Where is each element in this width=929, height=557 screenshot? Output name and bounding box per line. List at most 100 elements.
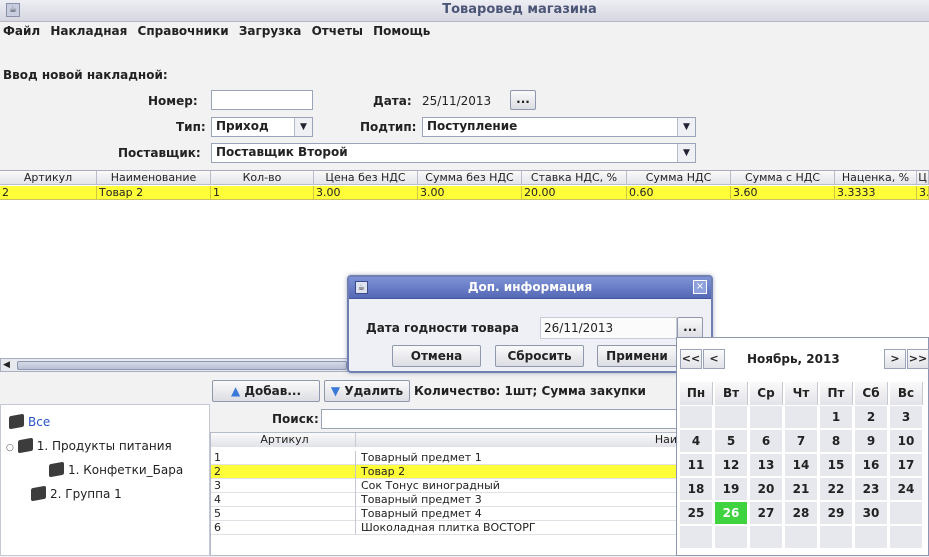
scroll-thumb[interactable] [17, 361, 347, 370]
column-header[interactable]: Сумма с НДС [731, 171, 835, 185]
date-picker-button[interactable]: ... [510, 90, 536, 110]
subtype-select[interactable]: Поступление ▼ [422, 117, 696, 137]
column-header[interactable]: Наценка, % [835, 171, 917, 185]
calendar-day[interactable]: 20 [750, 478, 783, 501]
cancel-button[interactable]: Отмена [392, 345, 481, 367]
list-row[interactable]: 3 Сок Тонус виноградный [211, 479, 679, 493]
menu-references[interactable]: Справочники [135, 22, 232, 40]
folder-icon [49, 461, 64, 478]
list-row[interactable]: 4 Товарный предмет 3 [211, 493, 679, 507]
calendar-day[interactable]: 29 [820, 502, 853, 525]
calendar-day[interactable]: 25 [680, 502, 713, 525]
tree-expand-icon[interactable]: ○ [6, 443, 14, 453]
column-header[interactable]: Артикул [211, 433, 356, 447]
calendar-day[interactable]: 5 [715, 430, 748, 453]
column-header[interactable]: Сумма без НДС [418, 171, 522, 185]
calendar-day[interactable]: 24 [890, 478, 923, 501]
calendar-day[interactable]: 10 [890, 430, 923, 453]
tree-item[interactable]: Все [9, 413, 50, 430]
calendar-day[interactable]: 1 [820, 406, 853, 429]
menu-invoice[interactable]: Накладная [47, 22, 130, 40]
table-cell[interactable]: 1 [211, 186, 314, 200]
table-cell[interactable]: 3.3333 [835, 186, 917, 200]
table-cell[interactable]: 0.60 [627, 186, 731, 200]
category-tree[interactable]: Все ○ 1. Продукты питания 1. Конфетки_Ба… [0, 404, 210, 556]
number-input[interactable] [211, 90, 313, 110]
prev-month-button[interactable]: < [703, 349, 725, 369]
weekday-header: Пт [820, 382, 853, 405]
tree-item[interactable]: ○ 1. Продукты питания [6, 437, 172, 454]
product-list[interactable]: Артикул Наи 1 Товарный предмет 1 2 Товар 2… [210, 432, 680, 556]
column-header[interactable]: Артикул [0, 171, 97, 185]
column-header[interactable]: Наименование [97, 171, 211, 185]
column-header[interactable]: Ставка НДС, % [522, 171, 627, 185]
list-row-selected[interactable]: 2 Товар 2 [211, 465, 679, 479]
next-month-button[interactable]: > [884, 349, 906, 369]
scroll-left-icon[interactable]: ◀ [3, 360, 10, 370]
list-row[interactable]: 1 Товарный предмет 1 [211, 451, 679, 465]
table-cell[interactable]: 2 [0, 186, 97, 200]
calendar-day[interactable]: 22 [820, 478, 853, 501]
column-header[interactable]: Сумма НДС [627, 171, 731, 185]
chevron-down-icon[interactable]: ▼ [294, 118, 312, 136]
type-select[interactable]: Приход ▼ [211, 117, 313, 137]
add-button[interactable]: ▲ Добав... [212, 380, 320, 402]
calendar-day[interactable]: 28 [785, 502, 818, 525]
supplier-select[interactable]: Поставщик Второй ▼ [211, 143, 696, 163]
calendar-day[interactable]: 6 [750, 430, 783, 453]
calendar-day[interactable]: 16 [855, 454, 888, 477]
calendar-day[interactable]: 9 [855, 430, 888, 453]
cell-article: 3 [211, 479, 356, 493]
table-cell[interactable]: 3.00 [314, 186, 418, 200]
apply-button[interactable]: Примени [597, 345, 677, 367]
delete-button[interactable]: ▼ Удалить [324, 380, 410, 402]
horizontal-scrollbar[interactable]: ◀ [0, 358, 348, 372]
menu-file[interactable]: Файл [0, 22, 43, 40]
calendar-day[interactable]: 7 [785, 430, 818, 453]
list-row[interactable]: 5 Товарный предмет 4 [211, 507, 679, 521]
expiry-date-picker-button[interactable]: ... [677, 317, 703, 339]
column-header[interactable]: Кол-во [211, 171, 314, 185]
calendar-day[interactable]: 12 [715, 454, 748, 477]
table-cell[interactable]: 3.00 [418, 186, 522, 200]
calendar-day[interactable]: 15 [820, 454, 853, 477]
prev-year-button[interactable]: << [680, 349, 702, 369]
table-cell[interactable]: 20.00 [522, 186, 627, 200]
chevron-down-icon[interactable]: ▼ [677, 118, 695, 136]
calendar-day[interactable]: 26 [715, 502, 748, 525]
expiry-input[interactable]: 26/11/2013 [540, 317, 677, 339]
column-header[interactable]: Ц [917, 171, 929, 185]
calendar-day[interactable]: 3 [890, 406, 923, 429]
column-header[interactable]: Цена без НДС [314, 171, 418, 185]
calendar-day[interactable]: 4 [680, 430, 713, 453]
calendar-day[interactable]: 2 [855, 406, 888, 429]
column-header[interactable]: Наи [653, 433, 677, 446]
calendar-day[interactable]: 18 [680, 478, 713, 501]
calendar-day[interactable]: 13 [750, 454, 783, 477]
tree-item[interactable]: 1. Конфетки_Бара [49, 461, 183, 478]
list-row[interactable]: 6 Шоколадная плитка ВОСТОРГ [211, 521, 679, 535]
calendar-day[interactable]: 21 [785, 478, 818, 501]
calendar-day[interactable]: 11 [680, 454, 713, 477]
menu-load[interactable]: Загрузка [236, 22, 305, 40]
calendar-day[interactable]: 19 [715, 478, 748, 501]
table-cell[interactable]: Товар 2 [97, 186, 211, 200]
tree-item[interactable]: 2. Группа 1 [31, 485, 122, 502]
calendar-day[interactable]: 14 [785, 454, 818, 477]
table-cell[interactable]: 3.60 [731, 186, 835, 200]
calendar-day[interactable]: 17 [890, 454, 923, 477]
calendar-day[interactable]: 30 [855, 502, 888, 525]
calendar-day[interactable]: 27 [750, 502, 783, 525]
cell-name: Товар 2 [361, 465, 406, 478]
weekday-header: Вс [890, 382, 923, 405]
close-icon[interactable]: × [693, 280, 707, 294]
calendar-day[interactable]: 23 [855, 478, 888, 501]
chevron-down-icon[interactable]: ▼ [677, 144, 695, 162]
reset-button[interactable]: Сбросить [495, 345, 584, 367]
menu-reports[interactable]: Отчеты [309, 22, 366, 40]
search-input[interactable] [321, 409, 681, 429]
next-year-button[interactable]: >> [907, 349, 929, 369]
calendar-day[interactable]: 8 [820, 430, 853, 453]
table-cell[interactable]: 3. [917, 186, 929, 200]
menu-help[interactable]: Помощь [370, 22, 433, 40]
